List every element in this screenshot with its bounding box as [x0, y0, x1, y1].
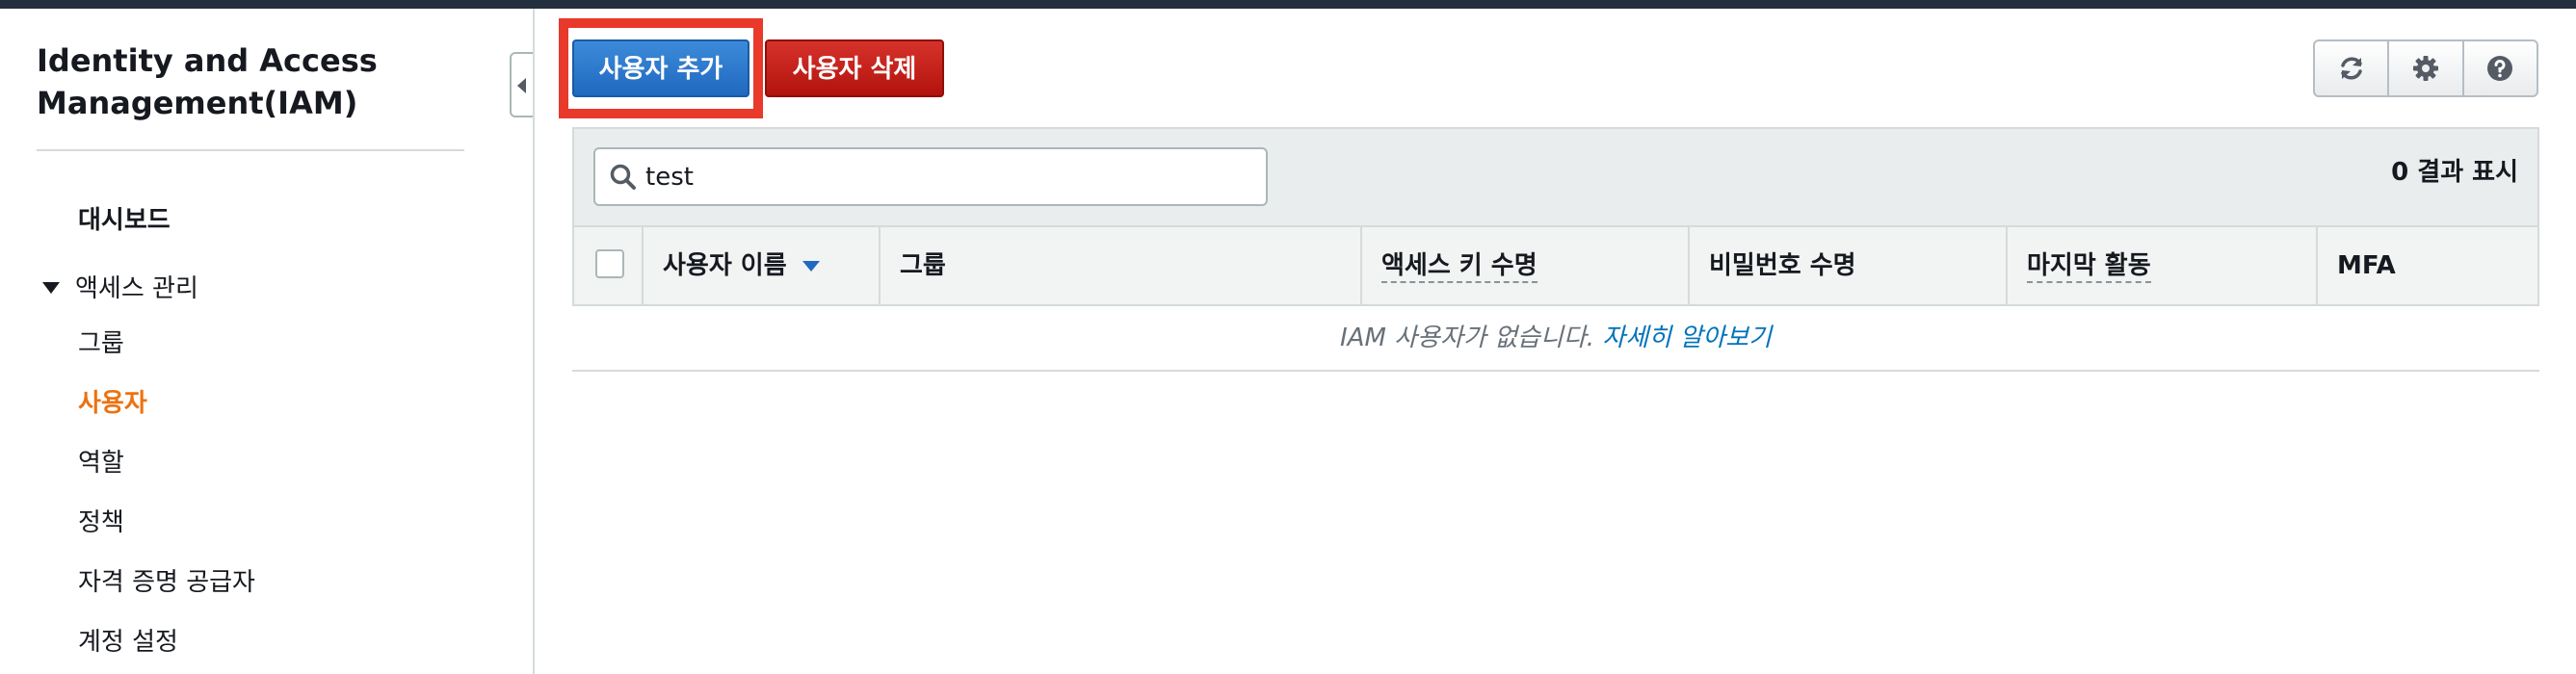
delete-user-button[interactable]: 사용자 삭제 — [765, 39, 944, 97]
select-all-cell — [574, 227, 642, 304]
sidebar-item-account-settings[interactable]: 계정 설정 — [78, 626, 178, 659]
sidebar-divider — [37, 149, 464, 151]
column-header-mfa[interactable]: MFA — [2316, 227, 2539, 304]
sidebar-item-identity-providers[interactable]: 자격 증명 공급자 — [78, 566, 255, 599]
table-header: 사용자 이름 그룹 액세스 키 수명 비밀번호 수명 마지막 활동 MFA — [572, 227, 2539, 306]
sidebar-item-dashboard[interactable]: 대시보드 — [78, 204, 171, 237]
column-header-label: 마지막 활동 — [2027, 250, 2151, 283]
sidebar: Identity and Access Management(IAM) 대시보드… — [0, 9, 535, 674]
empty-message-text: IAM 사용자가 없습니다. — [1339, 324, 1595, 352]
empty-table-message: IAM 사용자가 없습니다. 자세히 알아보기 — [572, 306, 2539, 372]
search-input[interactable] — [644, 155, 1254, 199]
sidebar-item-groups[interactable]: 그룹 — [78, 327, 124, 360]
help-icon — [2487, 56, 2513, 81]
sidebar-section-access-management[interactable]: 액세스 관리 — [42, 272, 198, 305]
highlight-annotation — [559, 18, 763, 118]
column-header-access-key-age[interactable]: 액세스 키 수명 — [1360, 227, 1688, 304]
result-count: 0 결과 표시 — [2391, 158, 2518, 187]
sidebar-item-roles[interactable]: 역할 — [78, 447, 124, 480]
column-header-label: 그룹 — [900, 251, 946, 280]
top-nav-bar — [0, 0, 2576, 9]
sidebar-collapse-button[interactable] — [510, 52, 533, 117]
caret-left-icon — [517, 78, 526, 93]
column-header-label: 액세스 키 수명 — [1381, 250, 1538, 283]
sidebar-item-policies[interactable]: 정책 — [78, 506, 124, 539]
column-header-label: MFA — [2337, 251, 2396, 280]
column-header-groups[interactable]: 그룹 — [879, 227, 1360, 304]
settings-button[interactable] — [2389, 41, 2464, 95]
caret-down-icon — [42, 281, 60, 294]
column-header-password-age[interactable]: 비밀번호 수명 — [1688, 227, 2006, 304]
column-header-username[interactable]: 사용자 이름 — [642, 227, 879, 304]
column-header-label: 사용자 이름 — [663, 251, 787, 280]
refresh-button[interactable] — [2315, 41, 2390, 95]
gear-icon — [2412, 56, 2438, 81]
sidebar-item-users[interactable]: 사용자 — [78, 387, 147, 420]
column-header-label: 비밀번호 수명 — [1709, 251, 1856, 280]
search-box[interactable] — [593, 147, 1268, 206]
select-all-checkbox[interactable] — [595, 249, 624, 278]
refresh-icon — [2340, 57, 2362, 80]
sort-descending-icon — [802, 261, 820, 272]
toolbar-icon-group — [2313, 39, 2538, 97]
help-button[interactable] — [2464, 41, 2537, 95]
learn-more-link[interactable]: 자세히 알아보기 — [1602, 324, 1772, 352]
sidebar-title[interactable]: Identity and Access Management(IAM) — [37, 39, 480, 124]
sidebar-section-label: 액세스 관리 — [75, 274, 198, 303]
column-header-last-activity[interactable]: 마지막 활동 — [2006, 227, 2316, 304]
search-icon — [610, 164, 636, 190]
